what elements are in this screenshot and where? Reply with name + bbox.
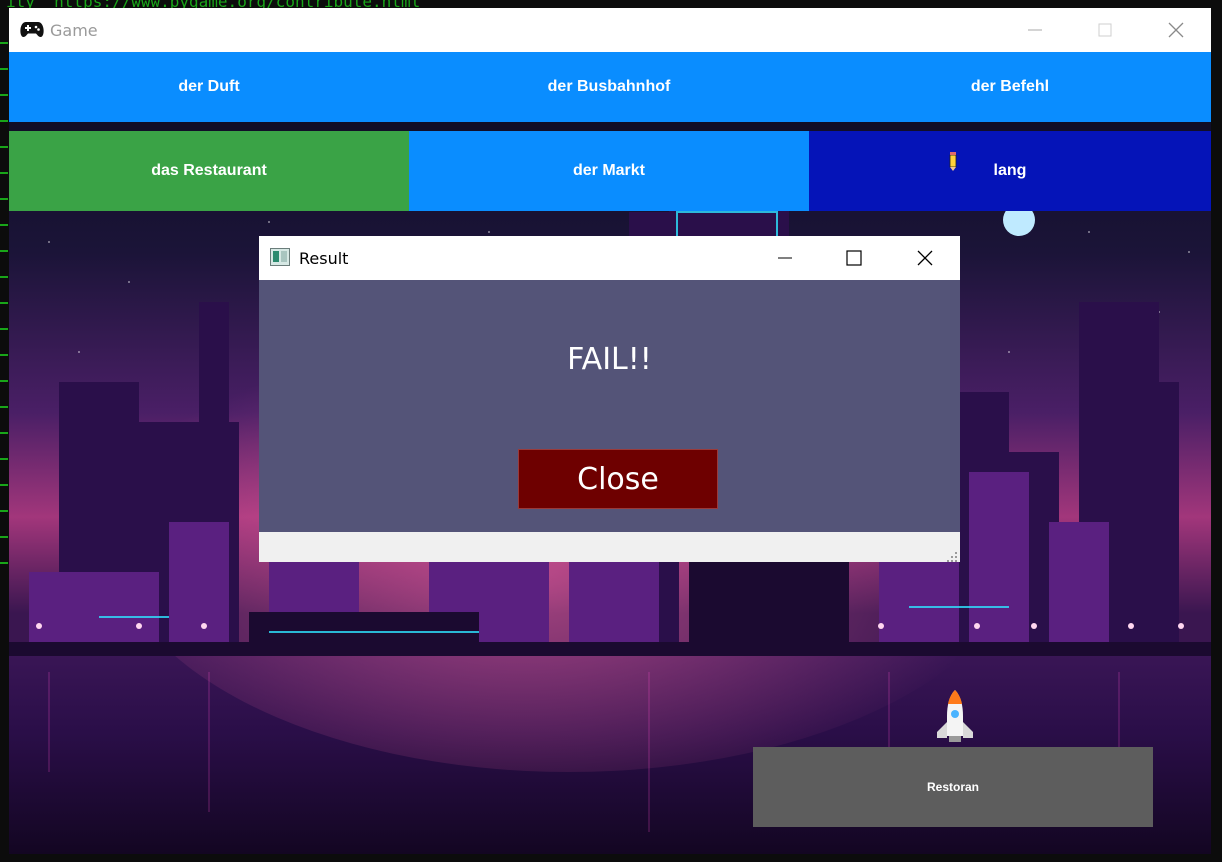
terminal-gutter bbox=[0, 30, 8, 570]
tile-label: der Markt bbox=[572, 162, 646, 179]
pencil-cursor-icon bbox=[949, 151, 957, 176]
tile-label: lang bbox=[993, 162, 1027, 179]
tile-label: das Restaurant bbox=[151, 162, 267, 179]
answer-tile-der-busbahnhof[interactable]: der Busbahnhof bbox=[409, 52, 809, 122]
app-window-icon bbox=[270, 248, 290, 266]
tile-label: der Duft bbox=[178, 78, 240, 95]
answer-tile-der-duft[interactable]: der Duft bbox=[9, 52, 409, 122]
dialog-titlebar[interactable]: Result bbox=[259, 236, 960, 280]
dialog-title: Result bbox=[299, 249, 349, 268]
dialog-minimize-button[interactable] bbox=[775, 248, 795, 268]
dialog-maximize-button[interactable] bbox=[844, 248, 864, 268]
minimize-button[interactable] bbox=[1023, 18, 1047, 42]
answer-tile-das-restaurant[interactable]: das Restaurant bbox=[9, 131, 409, 211]
tile-label: der Befehl bbox=[970, 78, 1050, 95]
answer-tile-der-befehl[interactable]: der Befehl bbox=[809, 52, 1211, 122]
close-button[interactable]: Close bbox=[518, 449, 718, 509]
gamepad-icon bbox=[20, 18, 44, 40]
tile-label: der Busbahnhof bbox=[547, 78, 671, 95]
window-title: Game bbox=[50, 21, 98, 40]
result-dialog: Result FAIL!! Close bbox=[259, 236, 960, 562]
answer-tile-lang[interactable]: lang bbox=[809, 131, 1211, 211]
result-message: FAIL!! bbox=[567, 342, 652, 377]
dialog-close-icon[interactable] bbox=[915, 248, 935, 268]
close-window-button[interactable] bbox=[1164, 18, 1188, 42]
window-titlebar[interactable]: Game bbox=[9, 8, 1211, 52]
word-option-restoran[interactable]: Restoran bbox=[753, 747, 1153, 827]
dialog-content: FAIL!! Close bbox=[259, 280, 960, 532]
option-label: Restoran bbox=[926, 780, 979, 794]
resize-grip-icon[interactable] bbox=[947, 549, 957, 562]
maximize-button[interactable] bbox=[1093, 18, 1117, 42]
answer-tile-der-markt[interactable]: der Markt bbox=[409, 131, 809, 211]
